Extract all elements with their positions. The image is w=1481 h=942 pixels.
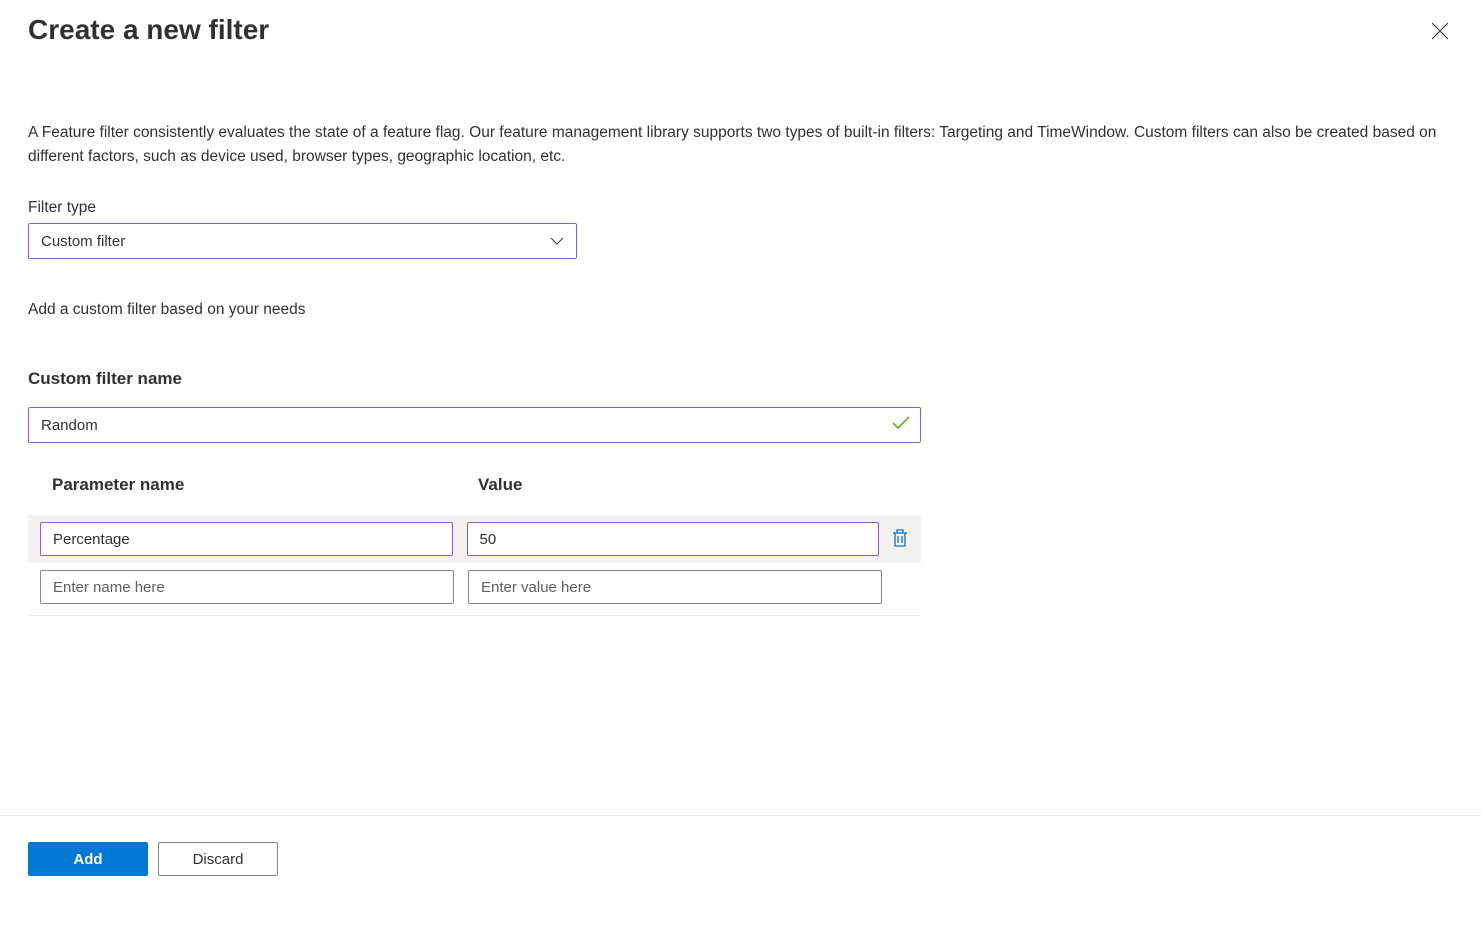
parameter-table: Parameter name Value (28, 475, 921, 616)
filter-type-selected-text: Custom filter (41, 233, 125, 250)
close-icon (1431, 28, 1449, 43)
param-row-empty (28, 563, 921, 611)
param-header-value: Value (478, 475, 522, 495)
param-row-active (28, 515, 921, 563)
discard-button[interactable]: Discard (158, 842, 278, 876)
param-name-input-empty[interactable] (40, 570, 454, 604)
filter-type-select[interactable]: Custom filter (28, 223, 577, 259)
trash-icon (891, 528, 909, 551)
custom-filter-name-label: Custom filter name (28, 369, 1453, 389)
param-value-input-empty[interactable] (468, 570, 882, 604)
param-header-name: Parameter name (52, 475, 478, 495)
custom-filter-subtext: Add a custom filter based on your needs (28, 301, 1453, 319)
param-name-input[interactable] (40, 522, 453, 556)
filter-type-label: Filter type (28, 199, 1453, 217)
chevron-down-icon (550, 233, 564, 250)
close-button[interactable] (1427, 18, 1453, 47)
delete-row-button[interactable] (887, 524, 913, 555)
checkmark-icon (892, 416, 910, 435)
description-text: A Feature filter consistently evaluates … (28, 121, 1453, 169)
param-value-input[interactable] (467, 522, 880, 556)
add-button[interactable]: Add (28, 842, 148, 876)
page-title: Create a new filter (28, 14, 269, 46)
custom-filter-name-input[interactable] (41, 417, 892, 434)
param-table-divider (28, 615, 921, 616)
